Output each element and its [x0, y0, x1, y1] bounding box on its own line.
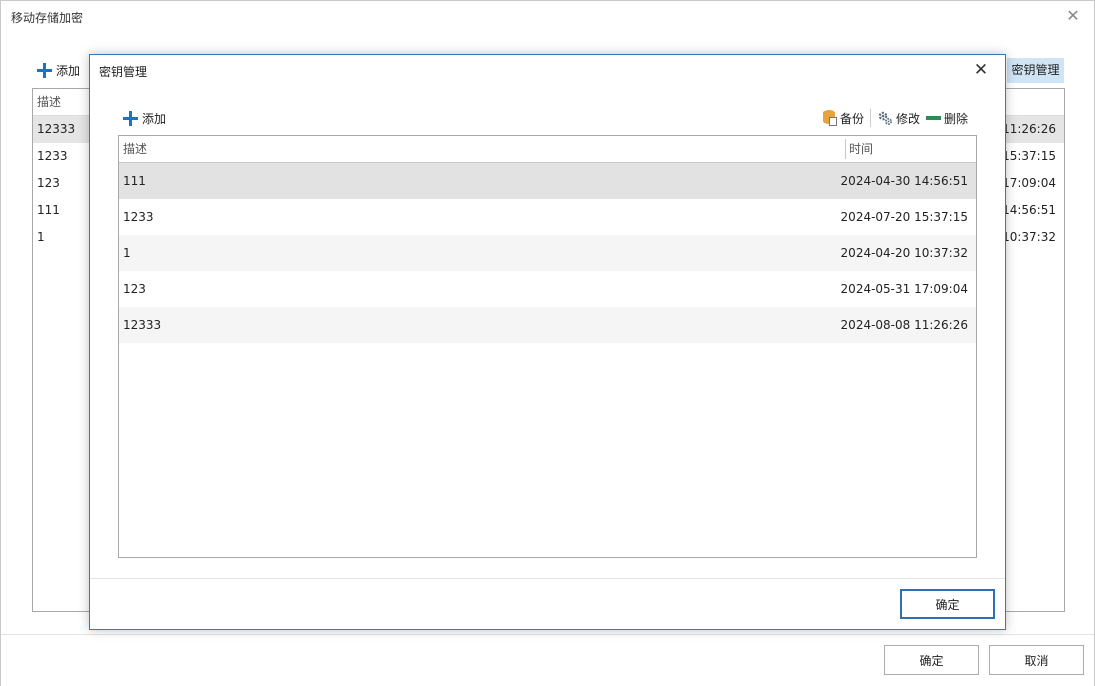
row-desc: 123 [123, 282, 146, 296]
row-time: 2024-04-20 10:37:32 [840, 246, 968, 260]
row-time: 17:09:04 [1002, 176, 1056, 190]
delete-label: 删除 [943, 111, 968, 126]
gear-icon [878, 111, 892, 125]
row-desc: 1 [37, 230, 45, 244]
add-button[interactable]: 添加 [37, 62, 80, 79]
table-row[interactable]: 123 2024-05-31 17:09:04 [119, 271, 976, 307]
backup-button[interactable]: 备份 [820, 108, 867, 128]
row-time: 11:26:26 [1002, 122, 1056, 136]
row-time: 2024-05-31 17:09:04 [840, 282, 968, 296]
key-management-dialog: 密钥管理 ✕ 添加 备份 修改 删除 描述 时间 111 2024-04-30 … [89, 54, 1006, 630]
row-time: 14:56:51 [1002, 203, 1056, 217]
row-desc: 12333 [123, 318, 162, 332]
window-footer: 确定 取消 [1, 634, 1094, 686]
edit-label: 修改 [895, 111, 920, 126]
row-desc: 1233 [37, 149, 68, 163]
plus-icon [123, 111, 138, 126]
dialog-title: 密钥管理 [99, 65, 148, 79]
column-header-time[interactable]: 时间 [849, 136, 873, 163]
table-header: 描述 时间 [119, 136, 976, 163]
row-desc: 111 [37, 203, 60, 217]
row-time: 15:37:15 [1002, 149, 1056, 163]
table-row[interactable]: 111 2024-04-30 14:56:51 [119, 163, 976, 199]
column-divider[interactable] [845, 139, 846, 159]
add-key-label: 添加 [142, 112, 167, 126]
delete-button[interactable]: 删除 [923, 108, 971, 128]
row-desc: 1233 [123, 210, 154, 224]
row-time: 2024-08-08 11:26:26 [840, 318, 968, 332]
row-time: 10:37:32 [1002, 230, 1056, 244]
dialog-ok-button[interactable]: 确定 [900, 589, 995, 619]
cancel-button[interactable]: 取消 [989, 645, 1084, 675]
key-table[interactable]: 描述 时间 111 2024-04-30 14:56:51 1233 2024-… [118, 135, 977, 558]
ok-button[interactable]: 确定 [884, 645, 979, 675]
dialog-toolbar: 备份 修改 删除 [820, 108, 971, 128]
column-header-desc[interactable]: 描述 [123, 136, 147, 163]
row-desc: 123 [37, 176, 60, 190]
toolbar-divider [869, 109, 871, 127]
row-desc: 12333 [37, 122, 76, 136]
row-desc: 1 [123, 246, 131, 260]
backup-label: 备份 [839, 111, 864, 126]
row-desc: 111 [123, 174, 146, 188]
dialog-footer: 确定 [90, 578, 1005, 630]
table-row[interactable]: 1 2024-04-20 10:37:32 [119, 235, 976, 271]
minus-icon [925, 116, 941, 120]
plus-icon [37, 63, 52, 78]
window-title: 移动存储加密 [11, 11, 84, 25]
close-icon[interactable]: ✕ [971, 60, 991, 80]
table-body: 111 2024-04-30 14:56:51 1233 2024-07-20 … [119, 163, 976, 343]
table-row[interactable]: 1233 2024-07-20 15:37:15 [119, 199, 976, 235]
database-icon [822, 110, 837, 126]
edit-button[interactable]: 修改 [874, 108, 923, 128]
add-key-button[interactable]: 添加 [123, 110, 166, 127]
add-button-label: 添加 [56, 64, 81, 78]
table-row[interactable]: 12333 2024-08-08 11:26:26 [119, 307, 976, 343]
key-management-button[interactable]: 密钥管理 [1007, 58, 1064, 83]
row-time: 2024-04-30 14:56:51 [840, 174, 968, 188]
close-icon[interactable]: ✕ [1064, 7, 1082, 25]
row-time: 2024-07-20 15:37:15 [840, 210, 968, 224]
